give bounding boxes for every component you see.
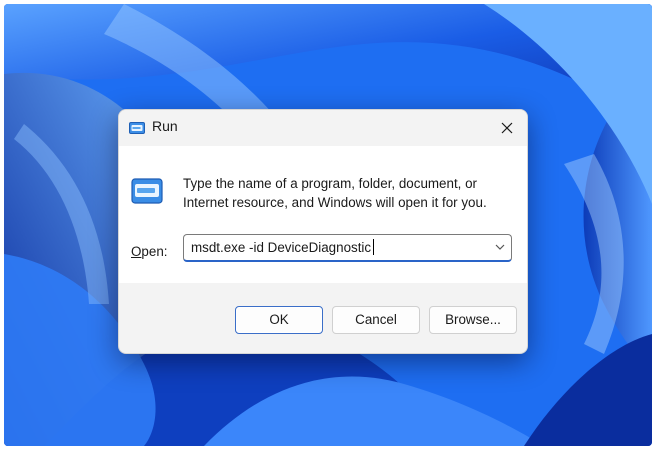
desktop: Run Type the name of a program, folder, …: [4, 4, 652, 446]
cancel-button[interactable]: Cancel: [332, 306, 420, 334]
ok-button[interactable]: OK: [235, 306, 323, 334]
run-dialog: Run Type the name of a program, folder, …: [118, 109, 528, 354]
browse-button[interactable]: Browse...: [429, 306, 517, 334]
open-input[interactable]: msdt.exe -id DeviceDiagnostic: [191, 239, 375, 255]
instruction-text: Type the name of a program, folder, docu…: [183, 176, 487, 210]
run-icon: [129, 122, 145, 134]
open-input-value: msdt.exe -id DeviceDiagnostic: [191, 240, 372, 255]
close-button[interactable]: [493, 114, 521, 142]
text-caret: [373, 239, 375, 255]
dialog-title: Run: [152, 118, 178, 134]
run-icon: [131, 178, 163, 204]
open-label-access-key: O: [131, 244, 142, 259]
dialog-content: Type the name of a program, folder, docu…: [119, 146, 527, 283]
open-combobox[interactable]: msdt.exe -id DeviceDiagnostic: [183, 234, 512, 262]
close-icon: [501, 122, 513, 134]
open-label-text: pen:: [141, 244, 168, 259]
open-label: Open:: [131, 244, 167, 259]
title-bar[interactable]: Run: [119, 110, 527, 146]
chevron-down-icon[interactable]: [495, 243, 505, 251]
